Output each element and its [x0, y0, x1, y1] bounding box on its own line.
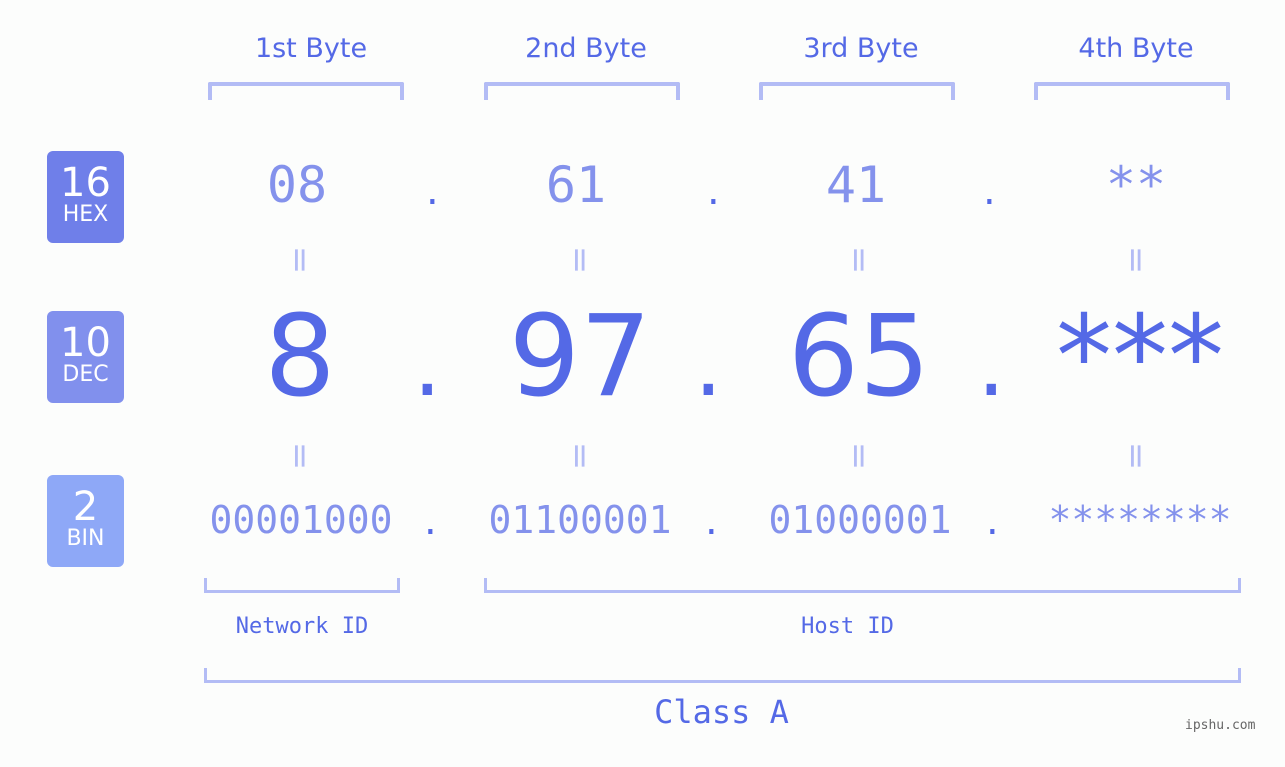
bin-byte-4: ******** [1048, 498, 1232, 542]
bin-byte-2: 01100001 [488, 498, 672, 542]
hex-dot-1: . [426, 168, 439, 214]
site-watermark: ipshu.com [1185, 718, 1256, 733]
bin-base: 2 [72, 484, 99, 530]
equals-icon: = [280, 441, 320, 471]
byte-bracket-2 [484, 82, 680, 100]
class-bracket [204, 668, 1241, 683]
class-label: Class A [654, 693, 789, 731]
bin-dot-2: . [705, 498, 718, 544]
dec-byte-1: 8 [264, 292, 336, 422]
hex-label: HEX [62, 202, 109, 227]
dec-badge: 10 DEC [47, 311, 124, 403]
equals-icon: = [1116, 245, 1156, 275]
equals-icon: = [839, 245, 879, 275]
equals-icon: = [560, 441, 600, 471]
network-id-label: Network ID [235, 614, 369, 639]
hex-byte-1: 08 [266, 156, 328, 214]
network-id-bracket [204, 578, 400, 593]
hex-badge: 16 HEX [47, 151, 124, 243]
dec-dot-1: . [413, 312, 442, 417]
dec-byte-3: 65 [787, 292, 931, 422]
bin-byte-1: 00001000 [209, 498, 393, 542]
dec-dot-2: . [694, 312, 723, 417]
hex-base: 16 [60, 160, 111, 206]
dec-label: DEC [62, 362, 109, 387]
dec-byte-4: *** [1056, 292, 1224, 422]
bin-badge: 2 BIN [47, 475, 124, 567]
equals-icon: = [560, 245, 600, 275]
dec-base: 10 [60, 320, 111, 366]
dec-byte-2: 97 [508, 292, 652, 422]
byte-header-3: 3rd Byte [803, 33, 919, 64]
dec-dot-3: . [977, 312, 1006, 417]
byte-header-1: 1st Byte [254, 33, 368, 64]
host-id-label: Host ID [801, 614, 894, 639]
equals-icon: = [839, 441, 879, 471]
bin-label: BIN [66, 526, 105, 551]
byte-header-4: 4th Byte [1078, 33, 1194, 64]
bin-byte-3: 01000001 [768, 498, 952, 542]
hex-byte-2: 61 [545, 156, 607, 214]
hex-dot-2: . [707, 168, 720, 214]
byte-header-2: 2nd Byte [525, 33, 647, 64]
equals-icon: = [1116, 441, 1156, 471]
bin-dot-3: . [986, 498, 999, 544]
equals-icon: = [280, 245, 320, 275]
bin-dot-1: . [424, 498, 437, 544]
hex-byte-4: ** [1105, 156, 1167, 214]
host-id-bracket [484, 578, 1241, 593]
byte-bracket-3 [759, 82, 955, 100]
byte-bracket-1 [208, 82, 404, 100]
byte-bracket-4 [1034, 82, 1230, 100]
hex-byte-3: 41 [825, 156, 887, 214]
hex-dot-3: . [983, 168, 996, 214]
